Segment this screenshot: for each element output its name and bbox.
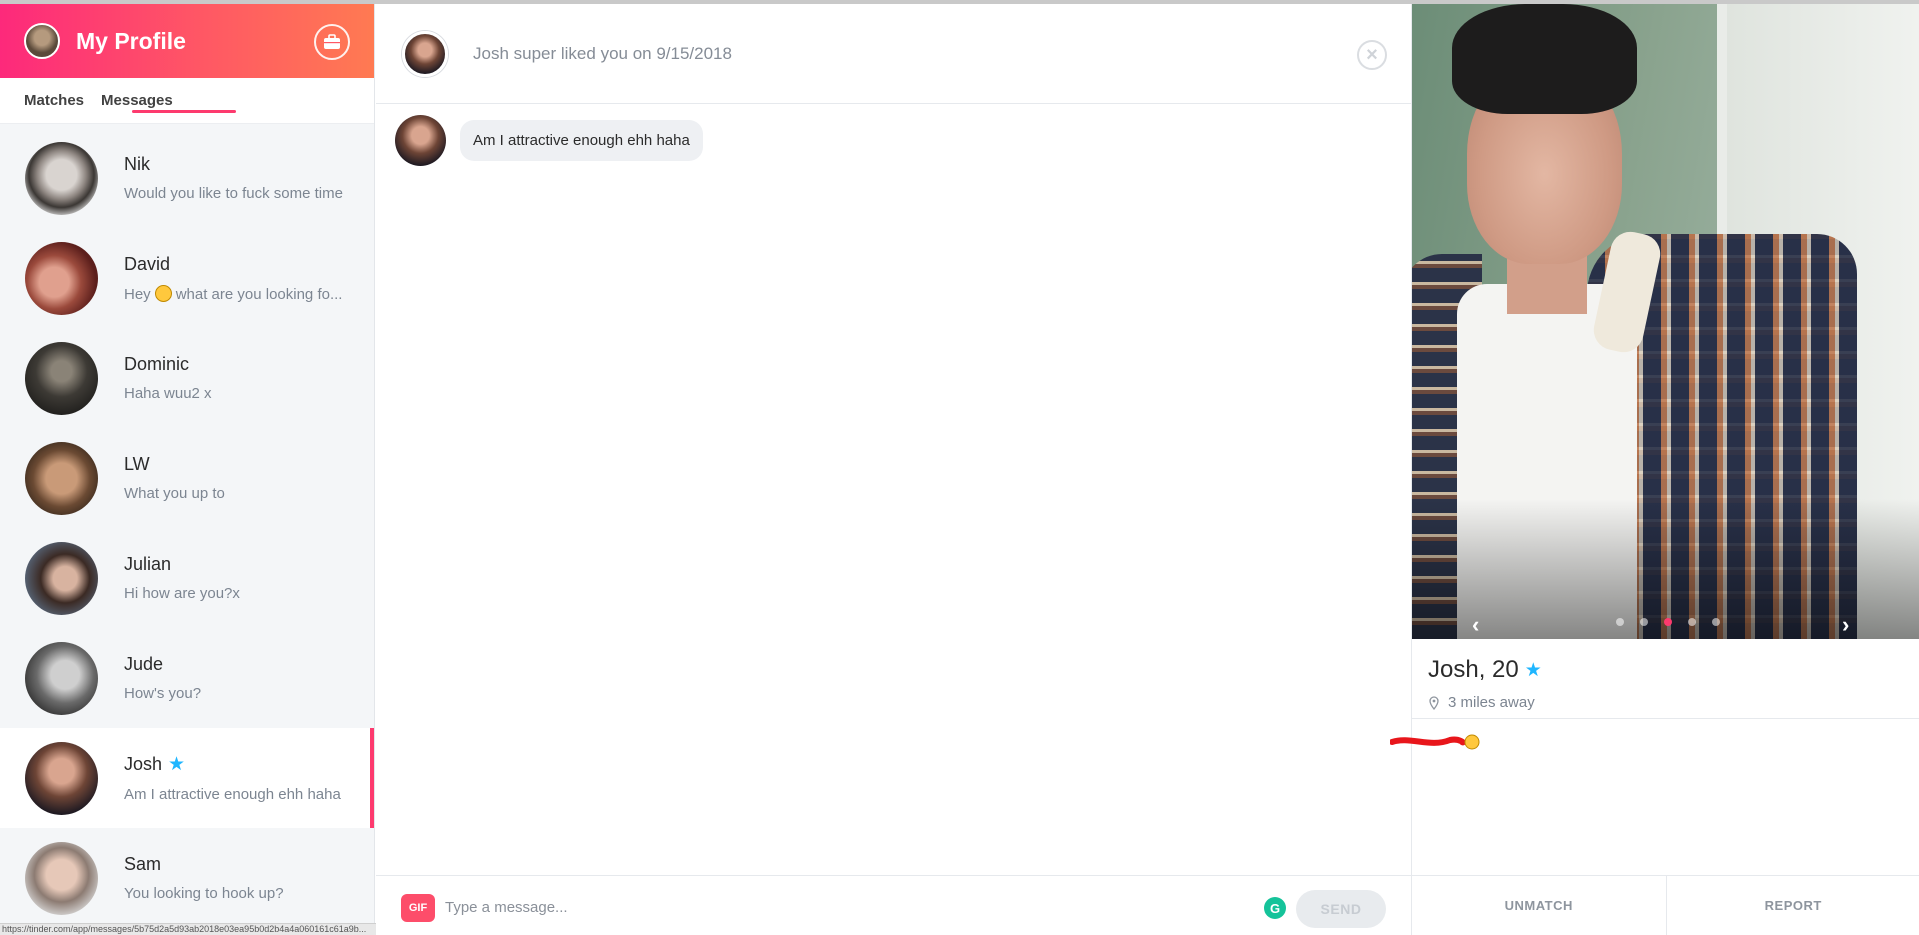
conversation-item-sam[interactable]: Sam You looking to hook up? <box>0 828 374 928</box>
conversation-name: LW <box>124 454 150 474</box>
chevron-left-icon[interactable]: ‹ <box>1472 612 1479 638</box>
conversation-preview: What you up to <box>124 485 225 502</box>
conversation-preview: Would you like to fuck some time <box>124 185 343 202</box>
photo-dot[interactable] <box>1712 618 1720 626</box>
conversation-name: Josh <box>124 754 163 774</box>
smirk-emoji-icon <box>154 284 172 302</box>
active-tab-indicator <box>132 110 236 113</box>
message-input[interactable] <box>445 899 1225 916</box>
avatar <box>25 141 98 215</box>
red-scribble-redaction <box>1390 734 1480 750</box>
unmatch-button[interactable]: UNMATCH <box>1412 876 1666 935</box>
gif-button[interactable]: GIF <box>401 893 435 922</box>
avatar <box>25 341 98 415</box>
message-avatar[interactable] <box>395 115 446 166</box>
profile-actions: UNMATCH REPORT <box>1412 875 1919 935</box>
profile-distance: 3 miles away <box>1448 694 1535 711</box>
conversation-item-nik[interactable]: Nik Would you like to fuck some time <box>0 128 374 228</box>
photo-dot[interactable] <box>1616 618 1624 626</box>
report-button[interactable]: REPORT <box>1665 876 1919 935</box>
send-button[interactable]: SEND <box>1296 890 1386 928</box>
avatar <box>25 741 98 815</box>
tab-messages[interactable]: Messages <box>101 92 173 109</box>
conversation-name-row: Josh ★ <box>124 753 362 776</box>
my-profile-title[interactable]: My Profile <box>76 28 186 55</box>
preview-text-start: Hey <box>124 285 151 303</box>
match-profile-panel: ‹ › Josh, 20 ★ 3 miles away UNMATCH REPOR… <box>1390 4 1919 935</box>
super-like-star-icon: ★ <box>168 754 186 775</box>
briefcase-icon[interactable] <box>314 24 350 60</box>
avatar <box>25 241 98 315</box>
profile-photo[interactable]: ‹ › <box>1412 4 1919 639</box>
photo-dot[interactable] <box>1688 618 1696 626</box>
conversation-name: Dominic <box>124 354 190 374</box>
conversation-preview: How's you? <box>124 685 202 702</box>
photo-pagination <box>1616 618 1736 626</box>
avatar <box>25 441 98 515</box>
avatar <box>25 641 98 715</box>
profile-name-row: Josh, 20 ★ <box>1428 656 1542 684</box>
photo-dot[interactable] <box>1640 618 1648 626</box>
close-icon[interactable]: × <box>1357 40 1387 70</box>
chat-header: Josh super liked you on 9/15/2018 × <box>376 4 1411 104</box>
preview-text-end: what are you looking fo... <box>175 285 343 303</box>
profile-info: Josh, 20 ★ 3 miles away <box>1428 656 1542 711</box>
conversation-name: David <box>124 253 171 274</box>
conversation-name: Jude <box>124 654 164 674</box>
conversation-item-jude[interactable]: Jude How's you? <box>0 628 374 728</box>
photo-hair <box>1452 4 1637 114</box>
super-like-notice: Josh super liked you on 9/15/2018 <box>473 43 732 63</box>
conversation-item-lw[interactable]: LW What you up to <box>0 428 374 528</box>
profile-name-age: Josh, 20 <box>1428 656 1519 683</box>
conversation-name: Julian <box>124 554 172 574</box>
conversation-list: Nik Would you like to fuck some time Dav… <box>0 128 374 928</box>
avatar <box>25 841 98 915</box>
location-pin-icon <box>1429 695 1439 710</box>
distance-row: 3 miles away <box>1428 694 1542 711</box>
message-bubble: Am I attractive enough ehh haha <box>460 120 703 161</box>
briefcase-icon-graphic <box>324 34 340 49</box>
super-like-star-icon: ★ <box>1524 659 1542 681</box>
sidebar-tabs: Matches Messages <box>0 78 374 124</box>
conversation-name: Sam <box>124 854 162 874</box>
conversation-preview: Am I attractive enough ehh haha <box>124 786 341 803</box>
photo-dot-active[interactable] <box>1664 618 1672 626</box>
chat-avatar[interactable] <box>402 30 448 77</box>
conversation-preview: You looking to hook up? <box>124 885 284 902</box>
message-composer: GIF G SEND <box>376 875 1411 935</box>
conversation-item-josh[interactable]: Josh ★ Am I attractive enough ehh haha <box>0 728 374 828</box>
chevron-right-icon[interactable]: › <box>1842 612 1849 638</box>
grammarly-icon[interactable]: G <box>1264 897 1286 919</box>
conversation-item-dominic[interactable]: Dominic Haha wuu2 x <box>0 328 374 428</box>
conversation-item-david[interactable]: David Hey what are you looking fo... <box>0 228 374 328</box>
avatar <box>25 541 98 615</box>
chat-panel: Josh super liked you on 9/15/2018 × Am I… <box>376 4 1411 935</box>
conversation-preview: Haha wuu2 x <box>124 385 212 402</box>
profile-divider <box>1412 718 1919 719</box>
message-row: Am I attractive enough ehh haha <box>395 115 703 166</box>
conversation-preview: Hey what are you looking fo... <box>124 284 362 303</box>
sidebar: My Profile Matches Messages Nik Would yo… <box>0 4 375 935</box>
tab-matches[interactable]: Matches <box>24 92 84 109</box>
my-profile-avatar[interactable] <box>24 23 60 59</box>
my-profile-header[interactable]: My Profile <box>0 4 374 78</box>
conversation-preview: Hi how are you?x <box>124 585 240 602</box>
conversation-name: Nik <box>124 154 150 174</box>
conversation-item-julian[interactable]: Julian Hi how are you?x <box>0 528 374 628</box>
